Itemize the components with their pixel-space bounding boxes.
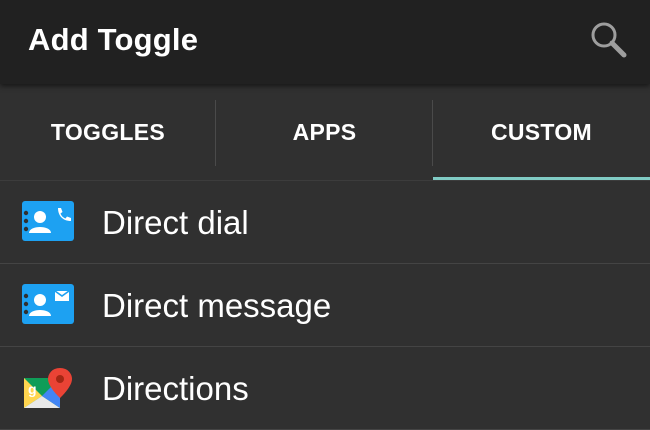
contact-call-icon	[22, 201, 74, 241]
item-label: Directions	[102, 370, 249, 407]
tab-label: CUSTOM	[490, 119, 593, 145]
svg-text:g: g	[28, 381, 37, 397]
app-bar: Add Toggle	[0, 0, 650, 84]
list-item-directions[interactable]: g Directions	[0, 347, 650, 430]
tab-toggles[interactable]: TOGGLES	[0, 84, 216, 181]
contact-message-icon	[22, 284, 74, 324]
tab-label: APPS	[292, 119, 357, 145]
item-label: Direct message	[102, 287, 332, 324]
page-title: Add Toggle	[28, 22, 199, 57]
tab-custom[interactable]: CUSTOM	[433, 84, 650, 181]
tab-apps[interactable]: APPS	[216, 84, 433, 181]
search-button[interactable]	[586, 18, 634, 66]
list-item-direct-dial[interactable]: Direct dial	[0, 181, 650, 264]
search-icon	[591, 22, 627, 58]
tab-label: TOGGLES	[50, 119, 166, 145]
tab-bar: TOGGLES APPS CUSTOM	[0, 84, 650, 181]
maps-icon: g	[24, 368, 72, 408]
item-label: Direct dial	[102, 204, 249, 241]
toggle-list: Direct dial Direct message g Directions	[0, 181, 650, 430]
list-item-direct-message[interactable]: Direct message	[0, 264, 650, 347]
